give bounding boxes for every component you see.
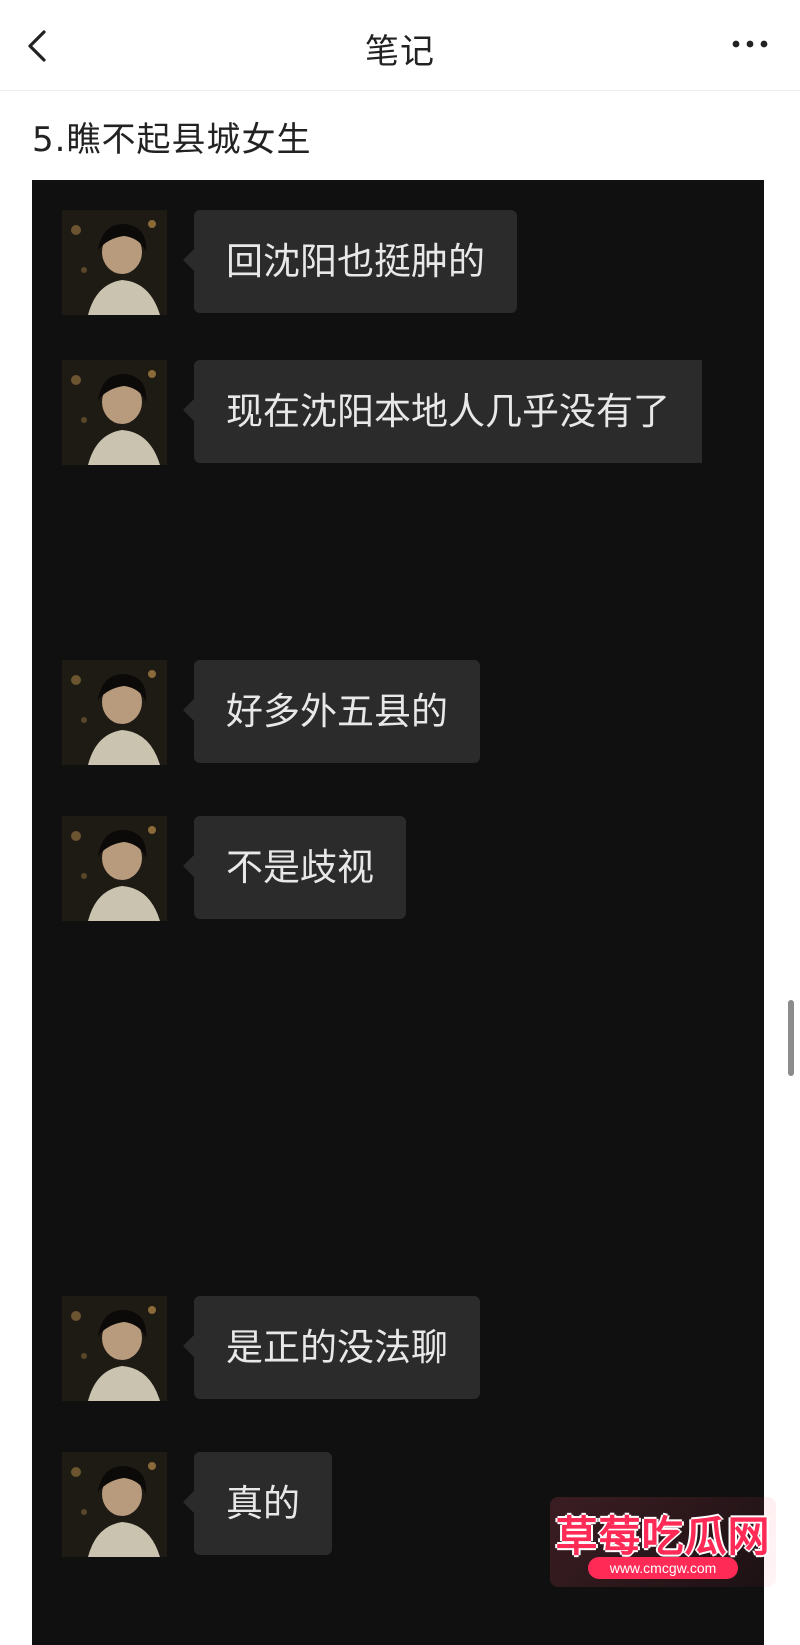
- message-bubble: 好多外五县的: [183, 660, 480, 763]
- message-bubble: 真的: [183, 1452, 332, 1555]
- top-nav-bar: 笔记: [0, 0, 800, 91]
- avatar: [62, 1296, 167, 1401]
- watermark-logo: 草莓吃瓜网 www.cmcgw.com: [550, 1497, 776, 1587]
- message-bubble: 现在沈阳本地人几乎没有了: [183, 360, 702, 463]
- message-bubble: 回沈阳也挺肿的: [183, 210, 517, 313]
- avatar: [62, 360, 167, 465]
- message-bubble: 不是歧视: [183, 816, 406, 919]
- more-horizontal-icon[interactable]: [730, 36, 770, 52]
- avatar: [62, 660, 167, 765]
- avatar: [62, 210, 167, 315]
- page-title: 笔记: [365, 32, 435, 72]
- scrollbar[interactable]: [788, 1000, 794, 1076]
- watermark-url: www.cmcgw.com: [588, 1557, 738, 1579]
- avatar: [62, 1452, 167, 1557]
- chat-screenshot: 回沈阳也挺肿的 现在沈阳本地人几乎没有了 好多外五县的 不是歧视 是正的没法聊 …: [32, 180, 764, 1645]
- watermark-text: 草莓吃瓜网: [555, 1513, 771, 1560]
- avatar: [62, 816, 167, 921]
- message-bubble: 是正的没法聊: [183, 1296, 480, 1399]
- note-title: 5.瞧不起县城女生: [32, 120, 312, 160]
